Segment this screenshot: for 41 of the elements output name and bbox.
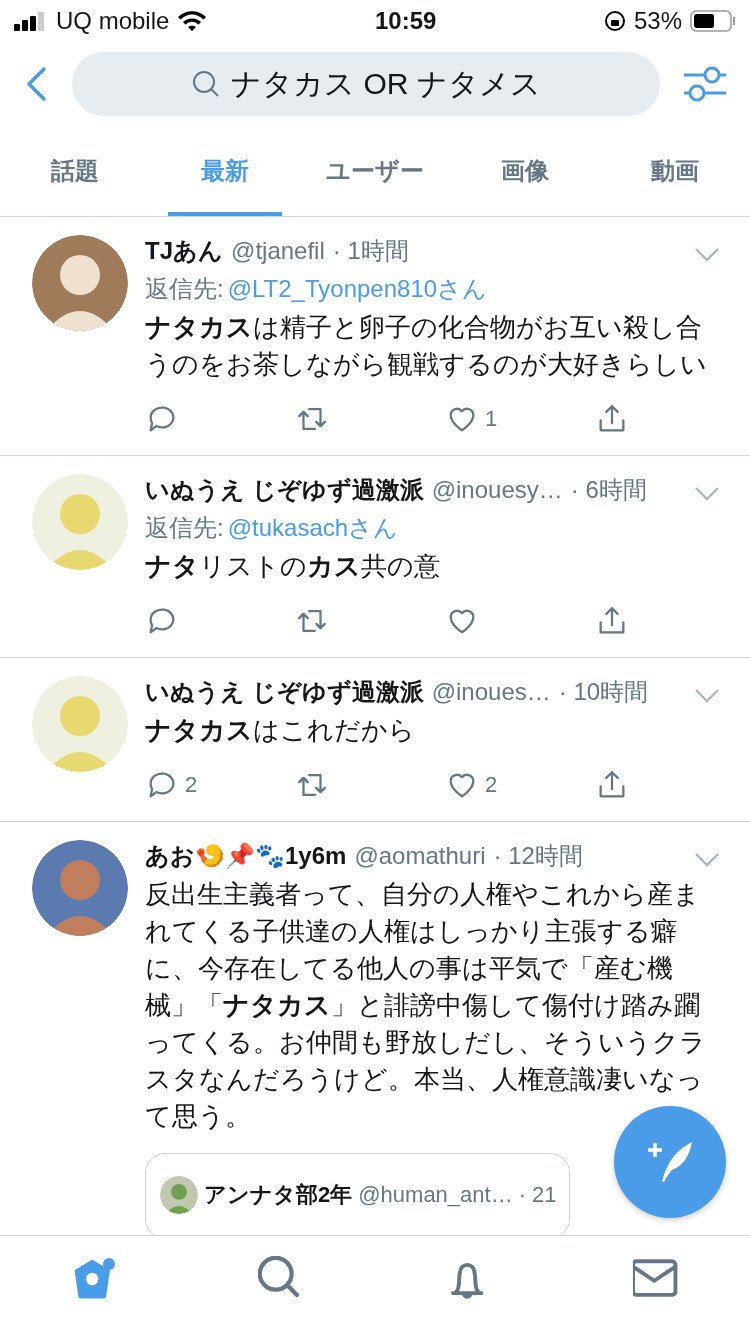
tweet-text: ナタリストのカス共の意 (145, 551, 441, 582)
user-name: TJあん (145, 236, 223, 266)
timestamp: · 12時間 (493, 841, 583, 871)
user-handle: @tjanefil (231, 237, 325, 265)
user-handle: @aomathuri (354, 842, 486, 870)
search-field[interactable]: ナタカス OR ナタメス (72, 52, 660, 116)
tab[interactable]: ユーザー (318, 126, 432, 216)
tab[interactable]: 画像 (468, 126, 582, 216)
timestamp: · 10時間 (558, 677, 649, 707)
compose-button[interactable] (614, 1106, 726, 1218)
reply-link[interactable]: @LT2_Tyonpen810さん (227, 273, 488, 305)
user-handle: @inouesy… (431, 476, 563, 504)
filter-icon[interactable] (682, 64, 728, 104)
tab[interactable]: 動画 (618, 126, 732, 216)
reply-label: 返信先: (145, 274, 224, 304)
tab[interactable]: 話題 (18, 126, 132, 216)
user-handle: @human_ant… (358, 1182, 513, 1208)
tweet-text: ナタカスはこれだから (145, 715, 416, 746)
reply-label: 返信先: (145, 513, 224, 543)
rotation-lock-icon (603, 10, 626, 32)
user-name: いぬうえ じぞゆず過激派 (145, 475, 424, 506)
battery-icon (690, 10, 736, 32)
reply-count: 2 (185, 772, 198, 798)
wifi-icon (177, 10, 208, 32)
timestamp: · 21 (518, 1182, 557, 1208)
like-count: 2 (485, 772, 498, 798)
avatar[interactable] (160, 1176, 198, 1214)
user-name: いぬうえ じぞゆず過激派 (145, 677, 424, 708)
tweet-text: 反出生主義者って、自分の人権やこれから産まれてくる子供達の人権はしっかり主張する癖に、今存在してる他人の事は平気で「産む機械」「ナタカス」と誹謗中傷して傷付け踏み躙ってくる。お仲間も野放しだし、そういうクラスタなんだろうけど。本当、人権意識凄いなって思う。 (145, 879, 707, 1132)
battery-percent: 53% (633, 7, 682, 35)
like-count: 1 (485, 406, 498, 432)
user-name: あお🍤📌🐾1y6m (145, 841, 347, 871)
carrier: UQ mobile (56, 7, 170, 35)
user-handle: @inoues… (431, 678, 551, 706)
timestamp: · 6時間 (570, 475, 647, 505)
reply-link[interactable]: @tukasachさん (227, 512, 399, 544)
timestamp: · 1時間 (332, 236, 409, 266)
clock: 10:59 (374, 7, 437, 35)
tab[interactable]: 最新 (168, 126, 282, 216)
user-name: アンナタ部2年 (204, 1181, 353, 1209)
tweet-text: ナタカスは精子と卵子の化合物がお互い殺し合うのをお茶しながら観戦するのが大好きらしい (145, 312, 708, 380)
